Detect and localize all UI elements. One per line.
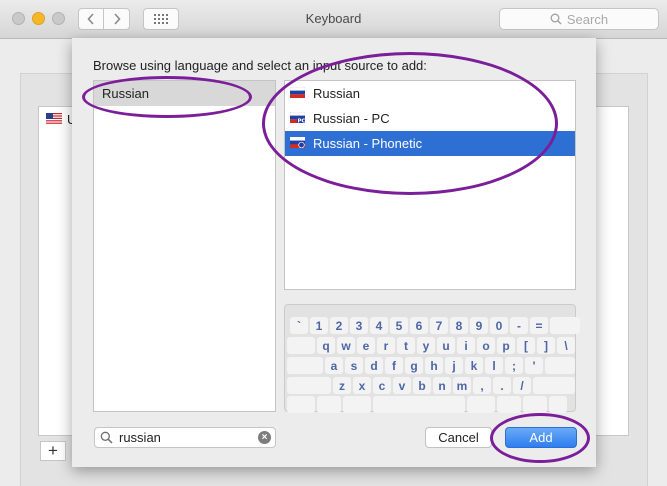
- keyboard-key: 0: [490, 317, 508, 334]
- keyboard-key: u: [437, 337, 455, 354]
- keyboard-key: k: [465, 357, 483, 374]
- keyboard-key: n: [433, 377, 451, 394]
- keyboard-key: /: [513, 377, 531, 394]
- keyboard-key: y: [417, 337, 435, 354]
- keyboard-key: [497, 396, 521, 413]
- keyboard-row-1: ` 1 2 3 4 5 6 7 8 9 0 - =: [287, 317, 580, 334]
- keyboard-key: [373, 396, 465, 413]
- input-source-label: Russian - PC: [313, 111, 390, 126]
- search-placeholder: Search: [566, 11, 609, 27]
- keyboard-key: 3: [350, 317, 368, 334]
- svg-text:PC: PC: [298, 118, 306, 123]
- background-input-sources-list[interactable]: [38, 106, 72, 436]
- language-filter-field[interactable]: russian ×: [94, 427, 276, 448]
- input-source-list[interactable]: Russian PC Russian - PC Russian - Phonet…: [284, 80, 576, 290]
- filter-input-value[interactable]: russian: [119, 430, 161, 445]
- keyboard-key: e: [357, 337, 375, 354]
- russia-flag-icon: [290, 87, 305, 98]
- language-item-russian[interactable]: Russian: [94, 81, 275, 106]
- input-source-label: Russian - Phonetic: [313, 136, 423, 151]
- keyboard-key: ,: [473, 377, 491, 394]
- keyboard-row-5: [287, 396, 567, 413]
- keyboard-key: c: [373, 377, 391, 394]
- keyboard-key: [287, 357, 323, 374]
- search-icon: [550, 13, 562, 25]
- russia-pc-flag-icon: PC: [290, 112, 305, 123]
- keyboard-key: a: [325, 357, 343, 374]
- keyboard-key: f: [385, 357, 403, 374]
- keyboard-key: [287, 396, 315, 413]
- keyboard-key: [533, 377, 575, 394]
- keyboard-key: l: [485, 357, 503, 374]
- input-source-label: Russian: [313, 86, 360, 101]
- keyboard-key: 4: [370, 317, 388, 334]
- cancel-button[interactable]: Cancel: [425, 427, 492, 448]
- add-input-source-button[interactable]: +: [40, 441, 66, 461]
- keyboard-key: =: [530, 317, 548, 334]
- russia-phonetic-flag-icon: [290, 137, 305, 148]
- keyboard-key: i: [457, 337, 475, 354]
- keyboard-key: [467, 396, 495, 413]
- keyboard-key: x: [353, 377, 371, 394]
- clear-filter-icon[interactable]: ×: [258, 431, 271, 444]
- keyboard-key: b: [413, 377, 431, 394]
- keyboard-key: p: [497, 337, 515, 354]
- keyboard-key: j: [445, 357, 463, 374]
- keyboard-key: 8: [450, 317, 468, 334]
- keyboard-key: 5: [390, 317, 408, 334]
- keyboard-key: z: [333, 377, 351, 394]
- keyboard-key: h: [425, 357, 443, 374]
- background-list-right-edge: [596, 106, 629, 436]
- language-list[interactable]: Russian: [93, 80, 276, 412]
- add-button[interactable]: Add: [505, 427, 577, 448]
- keyboard-key: r: [377, 337, 395, 354]
- keyboard-key: 6: [410, 317, 428, 334]
- us-flag-icon: [46, 113, 62, 124]
- keyboard-key: [549, 396, 567, 413]
- keyboard-key: [287, 377, 331, 394]
- keyboard-key: d: [365, 357, 383, 374]
- keyboard-key: 7: [430, 317, 448, 334]
- search-icon: [100, 431, 113, 444]
- keyboard-key: m: [453, 377, 471, 394]
- keyboard-key: g: [405, 357, 423, 374]
- keyboard-key: 2: [330, 317, 348, 334]
- keyboard-key: 1: [310, 317, 328, 334]
- keyboard-key: w: [337, 337, 355, 354]
- keyboard-key: [550, 317, 580, 334]
- keyboard-row-3: a s d f g h j k l ; ': [287, 357, 575, 374]
- keyboard-key: [523, 396, 547, 413]
- keyboard-key: [: [517, 337, 535, 354]
- keyboard-key: [317, 396, 341, 413]
- keyboard-preview: ` 1 2 3 4 5 6 7 8 9 0 - = q w e r t y u …: [284, 304, 580, 413]
- keyboard-key: [287, 317, 288, 334]
- keyboard-key: [287, 337, 315, 354]
- keyboard-key: o: [477, 337, 495, 354]
- keyboard-key: t: [397, 337, 415, 354]
- keyboard-key: s: [345, 357, 363, 374]
- keyboard-key: ]: [537, 337, 555, 354]
- keyboard-key: ;: [505, 357, 523, 374]
- keyboard-key: -: [510, 317, 528, 334]
- input-source-russian-pc[interactable]: PC Russian - PC: [285, 106, 575, 131]
- keyboard-key: 9: [470, 317, 488, 334]
- keyboard-key: `: [290, 317, 308, 334]
- search-field[interactable]: Search: [499, 8, 659, 30]
- keyboard-key: \: [557, 337, 575, 354]
- window-titlebar: Keyboard Search: [0, 0, 667, 39]
- keyboard-row-2: q w e r t y u i o p [ ] \: [287, 337, 575, 354]
- keyboard-key: [545, 357, 575, 374]
- keyboard-key: q: [317, 337, 335, 354]
- sheet-prompt: Browse using language and select an inpu…: [93, 58, 427, 73]
- keyboard-key: ': [525, 357, 543, 374]
- input-source-russian[interactable]: Russian: [285, 81, 575, 106]
- keyboard-key: v: [393, 377, 411, 394]
- keyboard-key: [343, 396, 371, 413]
- input-source-russian-phonetic[interactable]: Russian - Phonetic: [285, 131, 575, 156]
- keyboard-key: .: [493, 377, 511, 394]
- keyboard-row-4: z x c v b n m , . /: [287, 377, 575, 394]
